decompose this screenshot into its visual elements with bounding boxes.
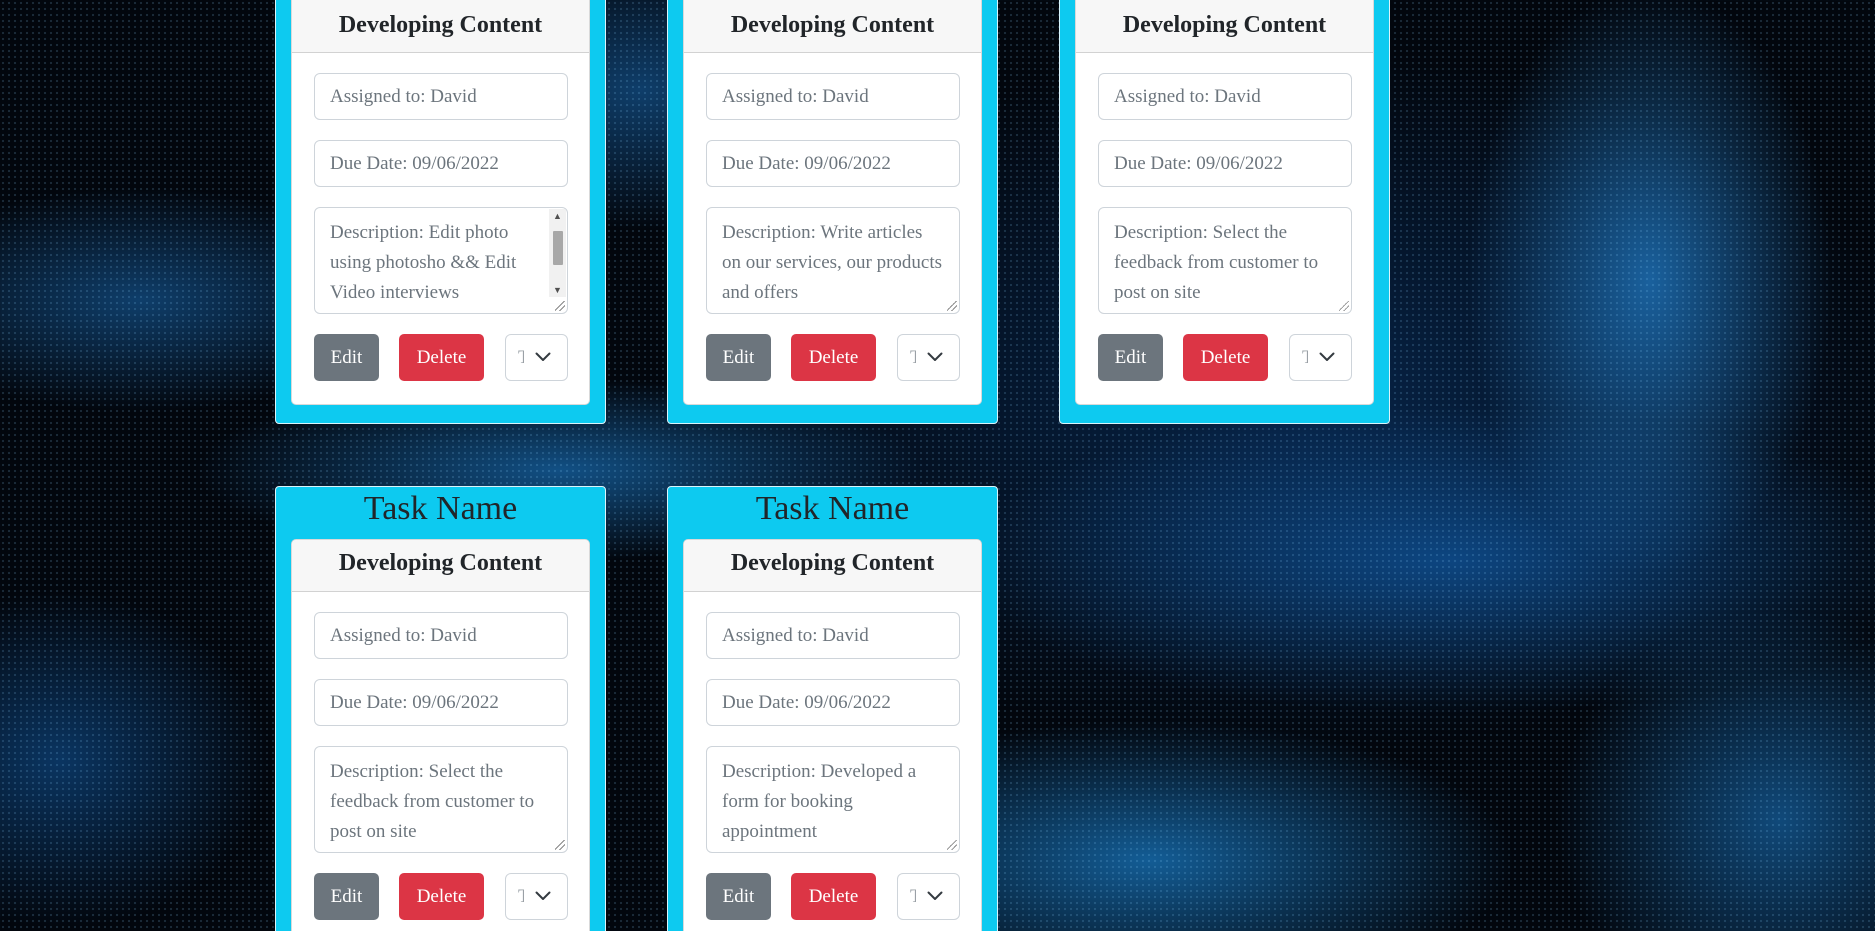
chevron-down-icon (535, 352, 551, 361)
description-field[interactable]: Description: Developed a form for bookin… (706, 746, 960, 853)
status-value: Todo (518, 335, 524, 380)
scroll-down-arrow-icon[interactable]: ▼ (549, 283, 566, 297)
description-text: Description: Write articles on our servi… (722, 222, 943, 303)
resize-grip-icon[interactable] (1339, 301, 1349, 311)
resize-grip-icon[interactable] (947, 301, 957, 311)
status-select[interactable]: Todo (897, 334, 960, 381)
task-panel: Task Name Developing Content Assigned to… (275, 486, 606, 931)
task-heading: Task Name (755, 490, 910, 527)
card-title: Developing Content (292, 0, 589, 53)
description-text: Description: Developed a form for bookin… (722, 761, 917, 842)
status-value: Todo (910, 335, 916, 380)
task-card: Developing Content Assigned to: David Du… (683, 0, 982, 405)
task-card: Developing Content Assigned to: David Du… (683, 539, 982, 931)
task-card: Developing Content Assigned to: David Du… (1075, 0, 1374, 405)
chevron-down-icon (535, 891, 551, 900)
delete-button[interactable]: Delete (791, 873, 876, 920)
due-date-field[interactable]: Due Date: 09/06/2022 (706, 140, 960, 187)
task-panel: Task Name Developing Content Assigned to… (667, 486, 998, 931)
task-panel: Developing Content Assigned to: David Du… (1059, 0, 1390, 424)
delete-button[interactable]: Delete (399, 334, 484, 381)
description-field[interactable]: Description: Edit photo using photosho &… (314, 207, 568, 314)
due-date-field[interactable]: Due Date: 09/06/2022 (314, 679, 568, 726)
description-text: Description: Select the feedback from cu… (1114, 222, 1319, 303)
status-value: Todo (518, 874, 524, 919)
card-actions: Edit Delete Todo (1098, 334, 1352, 381)
description-field[interactable]: Description: Select the feedback from cu… (314, 746, 568, 853)
due-date-field[interactable]: Due Date: 09/06/2022 (706, 679, 960, 726)
status-value: Todo (1302, 335, 1308, 380)
scroll-thumb[interactable] (553, 231, 563, 265)
assigned-field[interactable]: Assigned to: David (706, 612, 960, 659)
card-actions: Edit Delete Todo (706, 334, 960, 381)
status-select[interactable]: Todo (505, 334, 568, 381)
card-actions: Edit Delete Todo (314, 873, 568, 920)
assigned-field[interactable]: Assigned to: David (314, 612, 568, 659)
description-field[interactable]: Description: Select the feedback from cu… (1098, 207, 1352, 314)
edit-button[interactable]: Edit (314, 873, 379, 920)
delete-button[interactable]: Delete (1183, 334, 1268, 381)
card-title: Developing Content (684, 540, 981, 592)
assigned-field[interactable]: Assigned to: David (1098, 73, 1352, 120)
delete-button[interactable]: Delete (399, 873, 484, 920)
resize-grip-icon[interactable] (555, 840, 565, 850)
card-title: Developing Content (292, 540, 589, 592)
due-date-field[interactable]: Due Date: 09/06/2022 (1098, 140, 1352, 187)
task-panel: Developing Content Assigned to: David Du… (667, 0, 998, 424)
task-panel: Developing Content Assigned to: David Du… (275, 0, 606, 424)
resize-grip-icon[interactable] (555, 301, 565, 311)
description-text: Description: Select the feedback from cu… (330, 761, 535, 842)
status-value: Todo (910, 874, 916, 919)
edit-button[interactable]: Edit (314, 334, 379, 381)
status-select[interactable]: Todo (1289, 334, 1352, 381)
edit-button[interactable]: Edit (706, 334, 771, 381)
assigned-field[interactable]: Assigned to: David (706, 73, 960, 120)
resize-grip-icon[interactable] (947, 840, 957, 850)
status-select[interactable]: Todo (897, 873, 960, 920)
assigned-field[interactable]: Assigned to: David (314, 73, 568, 120)
chevron-down-icon (927, 891, 943, 900)
delete-button[interactable]: Delete (791, 334, 876, 381)
description-field[interactable]: Description: Write articles on our servi… (706, 207, 960, 314)
description-scrollbar[interactable]: ▲ ▼ (549, 209, 566, 297)
card-title: Developing Content (684, 0, 981, 53)
task-card: Developing Content Assigned to: David Du… (291, 0, 590, 405)
edit-button[interactable]: Edit (1098, 334, 1163, 381)
due-date-field[interactable]: Due Date: 09/06/2022 (314, 140, 568, 187)
scroll-up-arrow-icon[interactable]: ▲ (549, 209, 566, 223)
description-text: Description: Edit photo using photosho &… (330, 222, 517, 303)
chevron-down-icon (927, 352, 943, 361)
chevron-down-icon (1319, 352, 1335, 361)
edit-button[interactable]: Edit (706, 873, 771, 920)
task-card: Developing Content Assigned to: David Du… (291, 539, 590, 931)
card-actions: Edit Delete Todo (314, 334, 568, 381)
status-select[interactable]: Todo (505, 873, 568, 920)
task-heading: Task Name (363, 490, 518, 527)
card-title: Developing Content (1076, 0, 1373, 53)
card-actions: Edit Delete Todo (706, 873, 960, 920)
